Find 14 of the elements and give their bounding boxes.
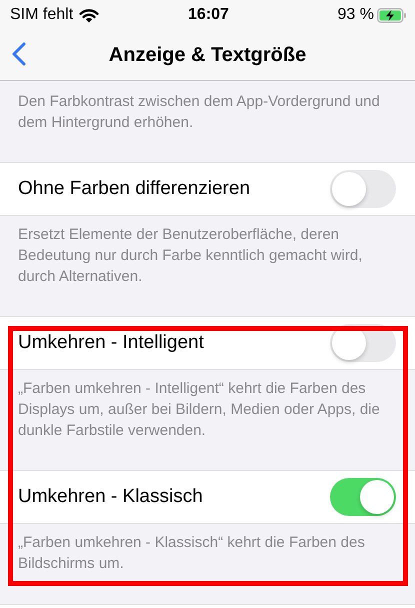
- toggle-switch[interactable]: [330, 170, 396, 208]
- clock-text: 16:07: [188, 6, 229, 24]
- wifi-icon: [79, 8, 100, 22]
- setting-label: Ohne Farben differenzieren: [18, 178, 250, 200]
- setting-description: Ersetzt Elemente der Benutzeroberfläche, deren Bedeutung nur durch Farbe kenntlich gemacht wird, durch Alternativen.: [17, 225, 364, 287]
- setting-description: „Farben umkehren - Intelligent“ kehrt die Farben des Displays um, außer bei Bildern, Medien oder Apps, die dunkle Farbstile verwenden.: [17, 379, 381, 441]
- setting-description: „Farben umkehren - Klassisch“ kehrt die Farben des Bildschirms um.: [17, 533, 366, 574]
- setting-label: Umkehren - Klassisch: [18, 486, 203, 508]
- page-title: Anzeige & Textgröße: [108, 44, 306, 66]
- battery-percentage: 93 %: [338, 6, 374, 24]
- carrier-text: SIM fehlt: [10, 6, 74, 24]
- toggle-switch[interactable]: [330, 478, 396, 516]
- section-description: Den Farbkontrast zwischen dem App-Vordergrund und dem Hintergrund erhöhen.: [17, 92, 381, 133]
- setting-label: Umkehren - Intelligent: [18, 332, 204, 354]
